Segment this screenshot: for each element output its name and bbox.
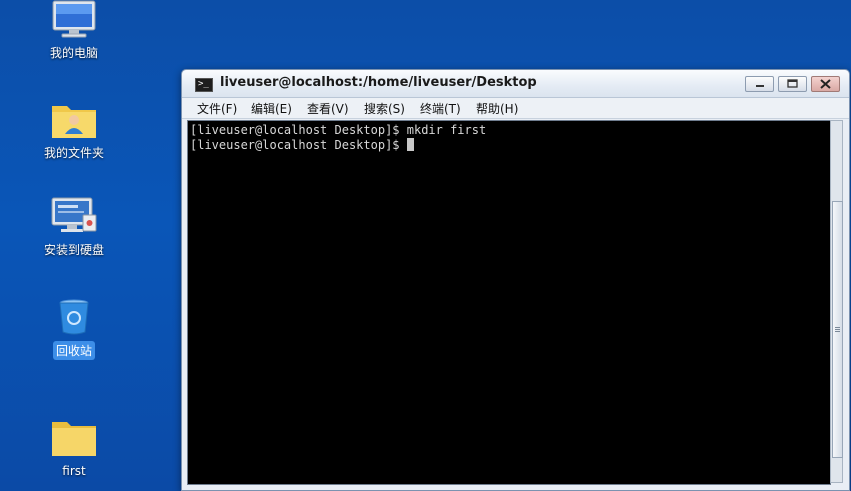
text-cursor [406,138,414,151]
title-bar[interactable]: >_ liveuser@localhost:/home/liveuser/Des… [182,70,849,98]
terminal-icon: >_ [195,78,213,92]
minimize-button[interactable] [745,76,774,92]
desktop-icon-first-folder[interactable]: first [24,420,124,479]
menu-view[interactable]: 查看(V) [307,100,349,117]
terminal-window[interactable]: >_ liveuser@localhost:/home/liveuser/Des… [181,69,850,491]
desktop-icon-label: 回收站 [52,341,95,360]
folder-icon [49,420,99,460]
maximize-icon [787,79,798,88]
desktop-icon-label: first [62,464,86,478]
desktop-icon-trash[interactable]: 回收站 [24,298,124,360]
minimize-icon [756,85,764,87]
trash-icon [49,298,99,338]
terminal-output[interactable]: [liveuser@localhost Desktop]$ mkdir firs… [187,120,831,485]
desktop-icon-label: 安装到硬盘 [43,243,104,257]
desktop-icon-my-computer[interactable]: 我的电脑 [24,0,124,62]
terminal-prompt-line: [liveuser@localhost Desktop]$ [190,138,414,153]
terminal-line: [liveuser@localhost Desktop]$ mkdir firs… [190,123,487,137]
home-folder-icon [49,100,99,140]
close-button[interactable] [811,76,840,92]
maximize-button[interactable] [778,76,807,92]
vertical-scrollbar[interactable] [830,120,843,483]
window-title: liveuser@localhost:/home/liveuser/Deskto… [220,75,537,90]
scrollbar-thumb[interactable] [832,201,843,458]
close-icon [820,79,831,89]
desktop-icon-my-folder[interactable]: 我的文件夹 [24,100,124,162]
menu-help[interactable]: 帮助(H) [476,100,518,117]
computer-icon [49,0,99,40]
menu-bar: 文件(F) 编辑(E) 查看(V) 搜索(S) 终端(T) 帮助(H) [182,98,849,119]
desktop-icon-install[interactable]: 安装到硬盘 [24,197,124,259]
menu-edit[interactable]: 编辑(E) [251,100,292,117]
desktop-icon-label: 我的文件夹 [43,146,104,160]
install-icon [49,197,99,237]
menu-file[interactable]: 文件(F) [197,100,237,117]
desktop-icon-label: 我的电脑 [49,46,98,60]
menu-search[interactable]: 搜索(S) [364,100,405,117]
menu-terminal[interactable]: 终端(T) [420,100,461,117]
